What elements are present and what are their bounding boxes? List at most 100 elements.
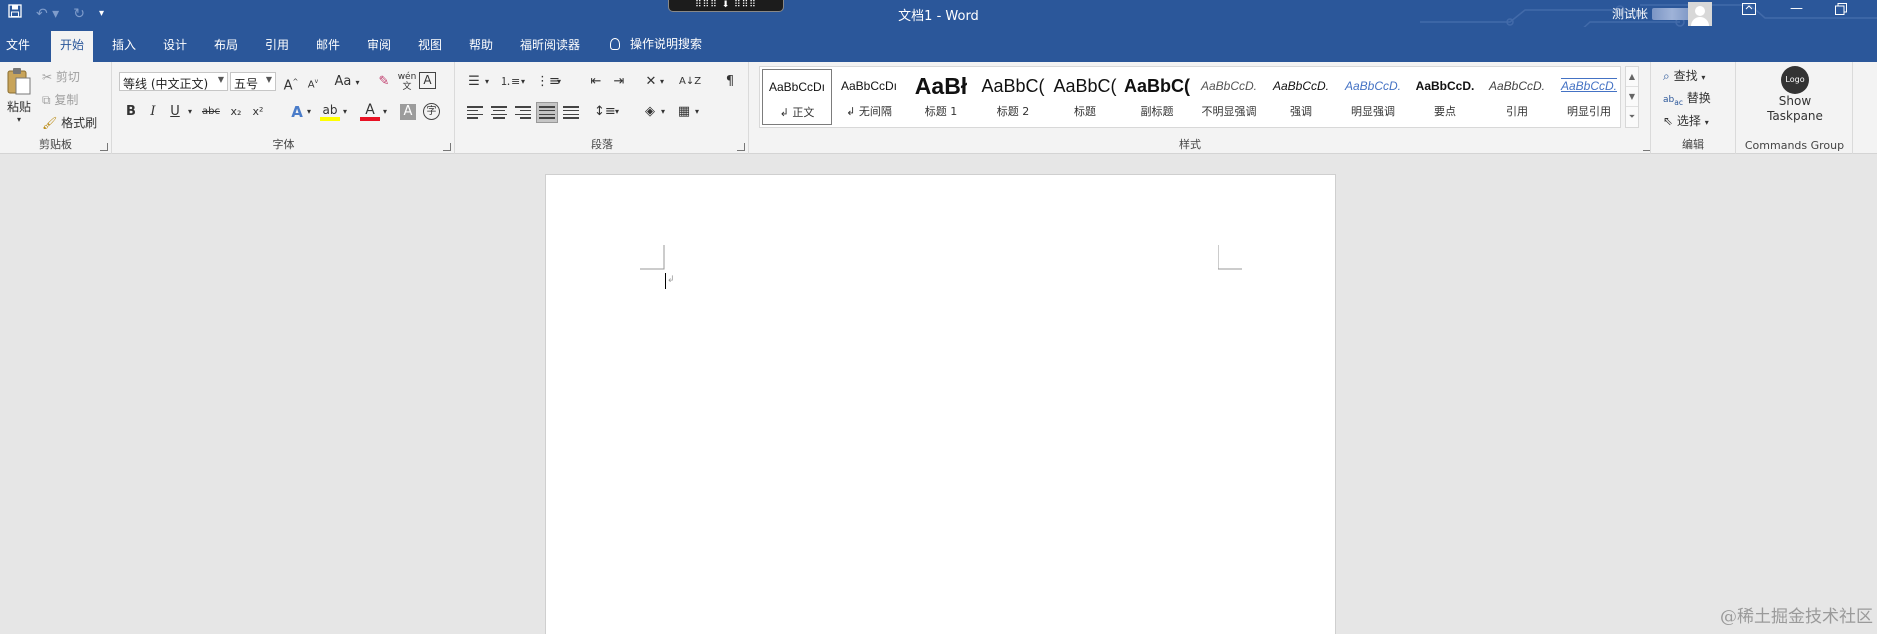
tab-review[interactable]: 审阅 [367, 36, 391, 53]
style-no-spacing[interactable]: AaBbCcDı ↲ 无间隔 [834, 69, 904, 125]
strikethrough-button[interactable]: abc [199, 102, 223, 122]
numbering-dropdown-icon[interactable]: ▾ [518, 72, 528, 92]
justify-button[interactable] [536, 102, 558, 123]
ribbon-display-options-icon[interactable] [1742, 3, 1756, 19]
line-spacing-dropdown-icon[interactable]: ▾ [612, 102, 622, 122]
style-name: ↲ 无间隔 [846, 105, 892, 118]
highlight-color-button[interactable]: ab [320, 100, 340, 121]
decrease-indent-icon[interactable]: ⇤ [586, 72, 606, 92]
tab-help[interactable]: 帮助 [469, 36, 493, 53]
paste-dropdown-icon[interactable]: ▾ [4, 115, 34, 124]
bullets-dropdown-icon[interactable]: ▾ [482, 72, 492, 92]
style-preview: AaBbCcDı [768, 80, 826, 94]
style-subtle-emphasis[interactable]: AaBbCcD. 不明显强调 [1194, 69, 1264, 125]
format-painter-button[interactable]: 🖌 格式刷 [42, 114, 97, 131]
tell-me-search[interactable]: 操作说明搜索 [610, 35, 702, 52]
tab-design[interactable]: 设计 [163, 36, 187, 53]
borders-icon[interactable]: ▦ [674, 102, 694, 122]
font-name-combo[interactable]: 等线 (中文正文) ▼ [119, 72, 228, 91]
style-emphasis[interactable]: AaBbCcD. 强调 [1266, 69, 1336, 125]
numbering-icon[interactable]: ⒈≡ [500, 72, 520, 92]
borders-dropdown-icon[interactable]: ▾ [692, 102, 702, 122]
style-heading-1[interactable]: AaBł 标题 1 [906, 69, 976, 125]
replace-label: 替换 [1686, 91, 1711, 105]
paste-button[interactable]: 粘贴 ▾ [4, 67, 34, 124]
align-left-icon[interactable] [467, 106, 483, 119]
align-right-icon[interactable] [515, 106, 531, 119]
text-effects-dropdown-icon[interactable]: ▾ [304, 102, 314, 122]
minimize-icon[interactable]: — [1790, 1, 1803, 16]
bold-button[interactable]: B [121, 102, 141, 122]
align-center-icon[interactable] [491, 106, 507, 119]
shading-icon[interactable]: ◈ [640, 102, 660, 122]
show-formatting-marks-icon[interactable]: ¶ [720, 72, 740, 92]
tab-insert[interactable]: 插入 [112, 36, 136, 53]
tab-mailings[interactable]: 邮件 [316, 36, 340, 53]
find-button[interactable]: ⌕ 查找 ▾ [1663, 67, 1705, 84]
font-name-value: 等线 (中文正文) [123, 77, 209, 91]
font-color-dropdown-icon[interactable]: ▾ [380, 102, 390, 122]
tab-home[interactable]: 开始 [51, 31, 94, 62]
style-subtitle[interactable]: AaBbC(副标题 [1122, 69, 1192, 125]
subscript-button[interactable]: x₂ [226, 102, 246, 122]
enclose-characters-button[interactable]: 字 [423, 103, 440, 120]
font-color-button[interactable]: A [360, 100, 380, 121]
style-normal[interactable]: AaBbCcDı ↲ 正文 [762, 69, 832, 125]
line-spacing-icon[interactable]: ↕≡ [594, 102, 616, 122]
chinese-layout-dropdown-icon[interactable]: ▾ [657, 72, 667, 92]
ribbon-tabs: 文件 开始 插入 设计 布局 引用 邮件 审阅 视图 帮助 福昕阅读器 操作说明… [0, 27, 1877, 62]
style-name: 标题 [1074, 105, 1096, 118]
underline-dropdown-icon[interactable]: ▾ [185, 102, 195, 122]
document-page[interactable] [545, 174, 1336, 634]
style-name: 标题 1 [924, 105, 958, 118]
superscript-button[interactable]: x² [248, 102, 268, 122]
shrink-font-button[interactable]: Av [303, 72, 323, 92]
tab-file[interactable]: 文件 [6, 36, 30, 53]
paste-label: 粘贴 [6, 100, 31, 114]
gallery-more-icon[interactable]: ⏷ [1626, 107, 1638, 127]
gallery-scroll-down-icon[interactable]: ▼ [1626, 87, 1638, 107]
copy-button[interactable]: ⧉ 复制 [42, 91, 78, 108]
multilevel-dropdown-icon[interactable]: ▾ [554, 72, 564, 92]
bullets-icon[interactable]: ☰ [464, 72, 484, 92]
highlight-dropdown-icon[interactable]: ▾ [340, 102, 350, 122]
tab-references[interactable]: 引用 [265, 36, 289, 53]
clear-formatting-icon[interactable]: ✎ [374, 72, 394, 92]
style-heading-2[interactable]: AaBbC(标题 2 [978, 69, 1048, 125]
underline-button[interactable]: U [165, 102, 185, 122]
account[interactable]: 测试帐 [1612, 5, 1693, 22]
style-strong[interactable]: AaBbCcD. 要点 [1410, 69, 1480, 125]
font-size-combo[interactable]: 五号 ▼ [230, 72, 276, 91]
phonetic-guide-button[interactable]: wén 文 [397, 72, 417, 92]
grow-font-button[interactable]: A^ [281, 72, 301, 93]
character-shading-button[interactable]: A [400, 104, 416, 120]
style-intense-quote[interactable]: AaBbCcD. 明显引用 [1554, 69, 1624, 125]
change-case-button[interactable]: Aa ▾ [332, 72, 362, 92]
justify-icon [539, 106, 555, 119]
tell-me-label: 操作说明搜索 [630, 37, 703, 51]
style-quote[interactable]: AaBbCcD. 引用 [1482, 69, 1552, 125]
tab-foxit-reader[interactable]: 福昕阅读器 [520, 36, 580, 53]
style-intense-emphasis[interactable]: AaBbCcD. 明显强调 [1338, 69, 1408, 125]
select-button[interactable]: ⇖ 选择 ▾ [1663, 112, 1709, 129]
select-dropdown-icon: ▾ [1704, 118, 1709, 127]
sort-icon[interactable]: A↓Z [679, 72, 701, 92]
cut-button[interactable]: ✂ 剪切 [42, 68, 80, 85]
tab-layout[interactable]: 布局 [214, 36, 238, 53]
tab-view[interactable]: 视图 [418, 36, 442, 53]
distributed-icon[interactable] [563, 106, 579, 119]
character-border-icon[interactable]: A [419, 72, 436, 89]
restore-icon[interactable] [1835, 3, 1847, 19]
avatar[interactable] [1688, 2, 1712, 26]
gallery-scroll-up-icon[interactable]: ▲ [1626, 67, 1638, 87]
shading-dropdown-icon[interactable]: ▾ [658, 102, 668, 122]
chevron-down-icon: ▼ [265, 75, 272, 84]
window-title: 文档1 - Word [898, 9, 979, 24]
increase-indent-icon[interactable]: ⇥ [609, 72, 629, 92]
replace-button[interactable]: abac 替换 [1663, 89, 1711, 107]
style-title[interactable]: AaBbC(标题 [1050, 69, 1120, 125]
scissors-icon: ✂ [42, 70, 53, 84]
show-taskpane-button[interactable]: Logo Show Taskpane [1737, 66, 1853, 124]
multilevel-list-icon[interactable]: ⋮≡ [536, 72, 560, 92]
italic-button[interactable]: I [143, 102, 163, 122]
